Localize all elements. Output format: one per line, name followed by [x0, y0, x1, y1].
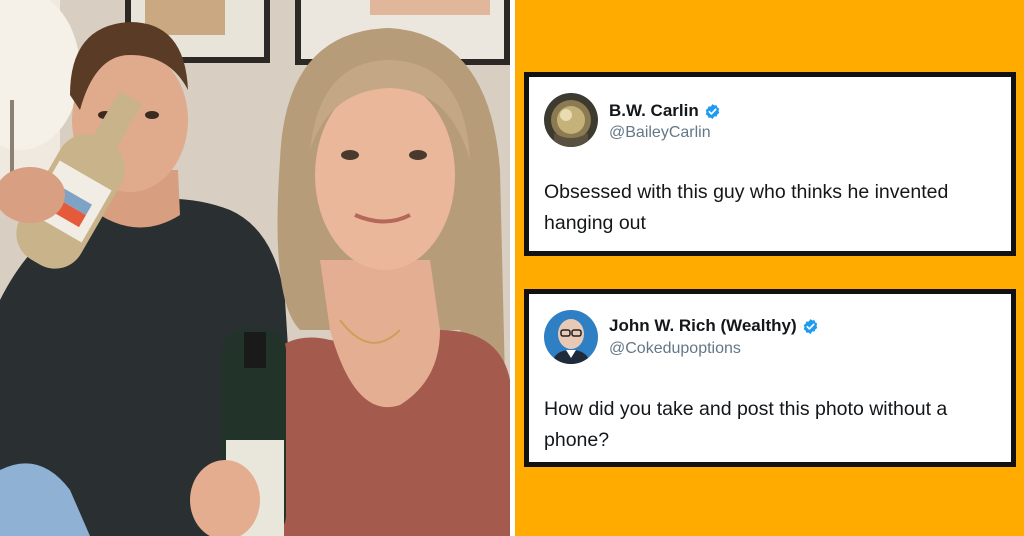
user-handle[interactable]: @Cokedupoptions	[609, 340, 741, 358]
avatar-image	[544, 93, 598, 147]
user-handle[interactable]: @BaileyCarlin	[609, 124, 711, 142]
display-name[interactable]: B.W. Carlin	[609, 101, 699, 121]
verified-badge-icon	[802, 318, 819, 335]
tweet-card: B.W. Carlin @BaileyCarlin Obsessed with …	[524, 72, 1016, 256]
tweets-panel: B.W. Carlin @BaileyCarlin Obsessed with …	[515, 0, 1024, 536]
photo-illustration	[0, 0, 510, 536]
avatar[interactable]	[544, 310, 598, 364]
tweet-card: John W. Rich (Wealthy) @Cokedupoptions H…	[524, 289, 1016, 467]
tweet-text: How did you take and post this photo wit…	[544, 398, 948, 451]
avatar-image	[544, 310, 598, 364]
tweet-text: Obsessed with this guy who thinks he inv…	[544, 181, 949, 234]
avatar[interactable]	[544, 93, 598, 147]
name-row: B.W. Carlin	[609, 101, 721, 121]
name-row: John W. Rich (Wealthy)	[609, 316, 819, 336]
display-name[interactable]: John W. Rich (Wealthy)	[609, 316, 797, 336]
selfie-photo	[0, 0, 510, 536]
verified-badge-icon	[704, 103, 721, 120]
